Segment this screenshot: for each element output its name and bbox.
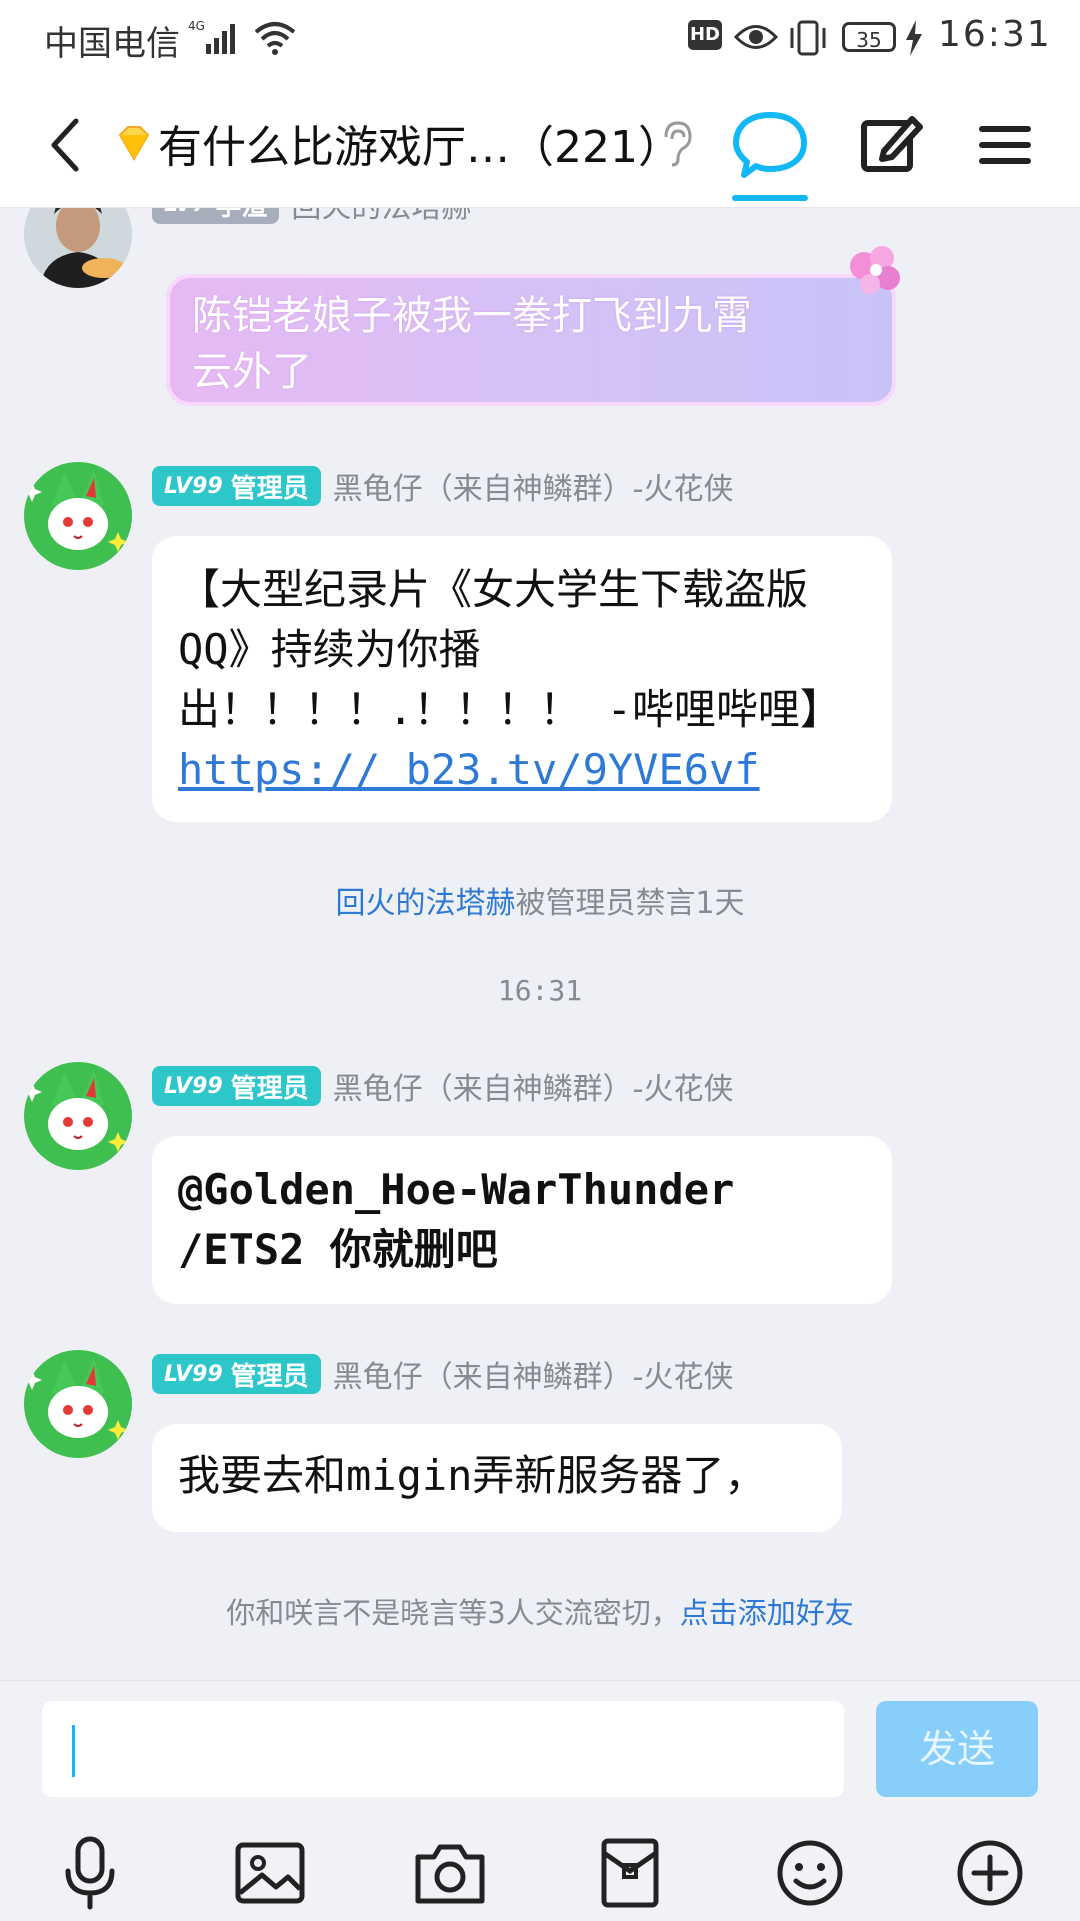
message-text: 我要去和migin弄新服务器了，	[178, 1451, 767, 1500]
sender-nickname[interactable]: 黑龟仔（来自神鳞群）-火花侠	[333, 464, 734, 508]
avatar-cat	[24, 1062, 132, 1170]
level-badge: LV99 管理员	[152, 1354, 321, 1394]
message-sender: LV99 管理员 黑龟仔（来自神鳞群）-火花侠	[152, 464, 733, 508]
add-friend-link[interactable]: 点击添加好友	[680, 1596, 854, 1630]
status-time: 16:31	[938, 14, 1052, 55]
input-bar: 发送	[0, 1680, 1080, 1921]
message-text: 陈铠老娘子被我一拳打飞到九霄	[192, 293, 752, 339]
microphone-icon[interactable]	[48, 1831, 132, 1915]
level-badge: LV99 管理员	[152, 1066, 321, 1106]
avatar[interactable]	[24, 208, 132, 288]
message-bubble[interactable]: 我要去和migin弄新服务器了，	[152, 1424, 842, 1532]
avatar-cat	[24, 1350, 132, 1458]
message-text: 【大型纪录片《女大学生下载盗版	[178, 565, 809, 614]
edit-icon[interactable]	[850, 105, 930, 185]
diamond-icon	[118, 126, 150, 161]
hd-icon: HD	[688, 20, 722, 50]
level-badge: LV7学渣	[152, 208, 280, 224]
avatar[interactable]	[24, 462, 132, 570]
message-sender: LV99 管理员 黑龟仔（来自神鳞群）-火花侠	[152, 1064, 733, 1108]
send-button[interactable]: 发送	[876, 1701, 1038, 1797]
message-input[interactable]	[42, 1701, 844, 1797]
system-notice: 回火的法塔赫被管理员禁言1天	[0, 878, 1080, 922]
camera-icon[interactable]	[408, 1831, 492, 1915]
message-timestamp: 16:31	[497, 974, 583, 1007]
group-title-text: 有什么比游戏厅…（221）	[158, 122, 682, 173]
message-text: QQ》持续为你播	[178, 625, 481, 674]
ear-icon[interactable]	[658, 119, 694, 167]
message-list[interactable]: LV7学渣 回火的法塔赫 陈铠老娘子被我一拳打飞到九霄 云外了 LV99管理员 …	[0, 208, 1080, 1680]
back-icon[interactable]	[38, 105, 98, 185]
group-title[interactable]: 有什么比游戏厅…（221）	[112, 113, 682, 173]
text-caret	[72, 1725, 75, 1777]
sender-nickname[interactable]: 黑龟仔（来自神鳞群）-火花侠	[333, 1352, 734, 1396]
plus-icon[interactable]	[948, 1831, 1032, 1915]
emoji-icon[interactable]	[768, 1831, 852, 1915]
active-tab-indicator	[732, 195, 808, 201]
message-bubble[interactable]: 【大型纪录片《女大学生下载盗版 QQ》持续为你播 出！！！！.！！！！ -哔哩哔…	[152, 536, 892, 822]
top-bar: 中国电信 4G HD 35 16:31 有什么比游戏厅…（221）	[0, 0, 1080, 208]
battery-icon: 35	[842, 22, 896, 52]
menu-icon[interactable]	[964, 105, 1044, 185]
sender-nickname[interactable]: 黑龟仔（来自神鳞群）-火花侠	[333, 1064, 734, 1108]
message-link[interactable]: https:// b23.tv/9YVE6vf	[178, 745, 760, 794]
message-bubble[interactable]: @Golden_Hoe-WarThunder /ETS2 你就删吧	[152, 1136, 892, 1304]
svg-text:4G: 4G	[188, 19, 205, 33]
status-bar: 中国电信 4G HD 35 16:31	[0, 0, 1080, 75]
avatar-cat	[24, 462, 132, 570]
flower-decoration-icon	[850, 246, 900, 294]
red-packet-icon[interactable]	[588, 1831, 672, 1915]
chat-bubble-icon[interactable]	[730, 105, 810, 185]
message-sender: LV7学渣 回火的法塔赫	[152, 208, 471, 226]
message-text: 云外了	[192, 349, 312, 395]
message-text: @Golden_Hoe-WarThunder	[178, 1165, 735, 1214]
friend-hint-text: 你和咲言不是晓言等3人交流密切，	[226, 1596, 680, 1630]
avatar-photo	[24, 208, 132, 288]
image-icon[interactable]	[228, 1831, 312, 1915]
message-text: 出！！！！.！！！！ -哔哩哔哩】	[178, 685, 842, 734]
sender-nickname[interactable]: 回火的法塔赫	[291, 208, 471, 226]
wifi-icon	[254, 22, 296, 55]
message-text: /ETS2 你就删吧	[178, 1225, 498, 1274]
message-bubble[interactable]: 陈铠老娘子被我一拳打飞到九霄 云外了	[166, 274, 896, 406]
level-badge: LV99 管理员	[152, 466, 321, 506]
chat-header: 有什么比游戏厅…（221）	[0, 75, 1080, 208]
eye-icon	[734, 25, 778, 49]
avatar[interactable]	[24, 1350, 132, 1458]
muted-user-link[interactable]: 回火的法塔赫	[335, 886, 515, 921]
vibrate-icon	[790, 20, 826, 56]
charging-icon	[906, 20, 922, 56]
mute-text: 被管理员禁言1天	[515, 886, 745, 921]
add-friend-notice: 你和咲言不是晓言等3人交流密切，点击添加好友	[0, 1590, 1080, 1632]
signal-icon: 4G	[188, 19, 235, 54]
message-sender: LV99 管理员 黑龟仔（来自神鳞群）-火花侠	[152, 1352, 733, 1396]
avatar[interactable]	[24, 1062, 132, 1170]
carrier-label: 中国电信	[44, 24, 180, 64]
